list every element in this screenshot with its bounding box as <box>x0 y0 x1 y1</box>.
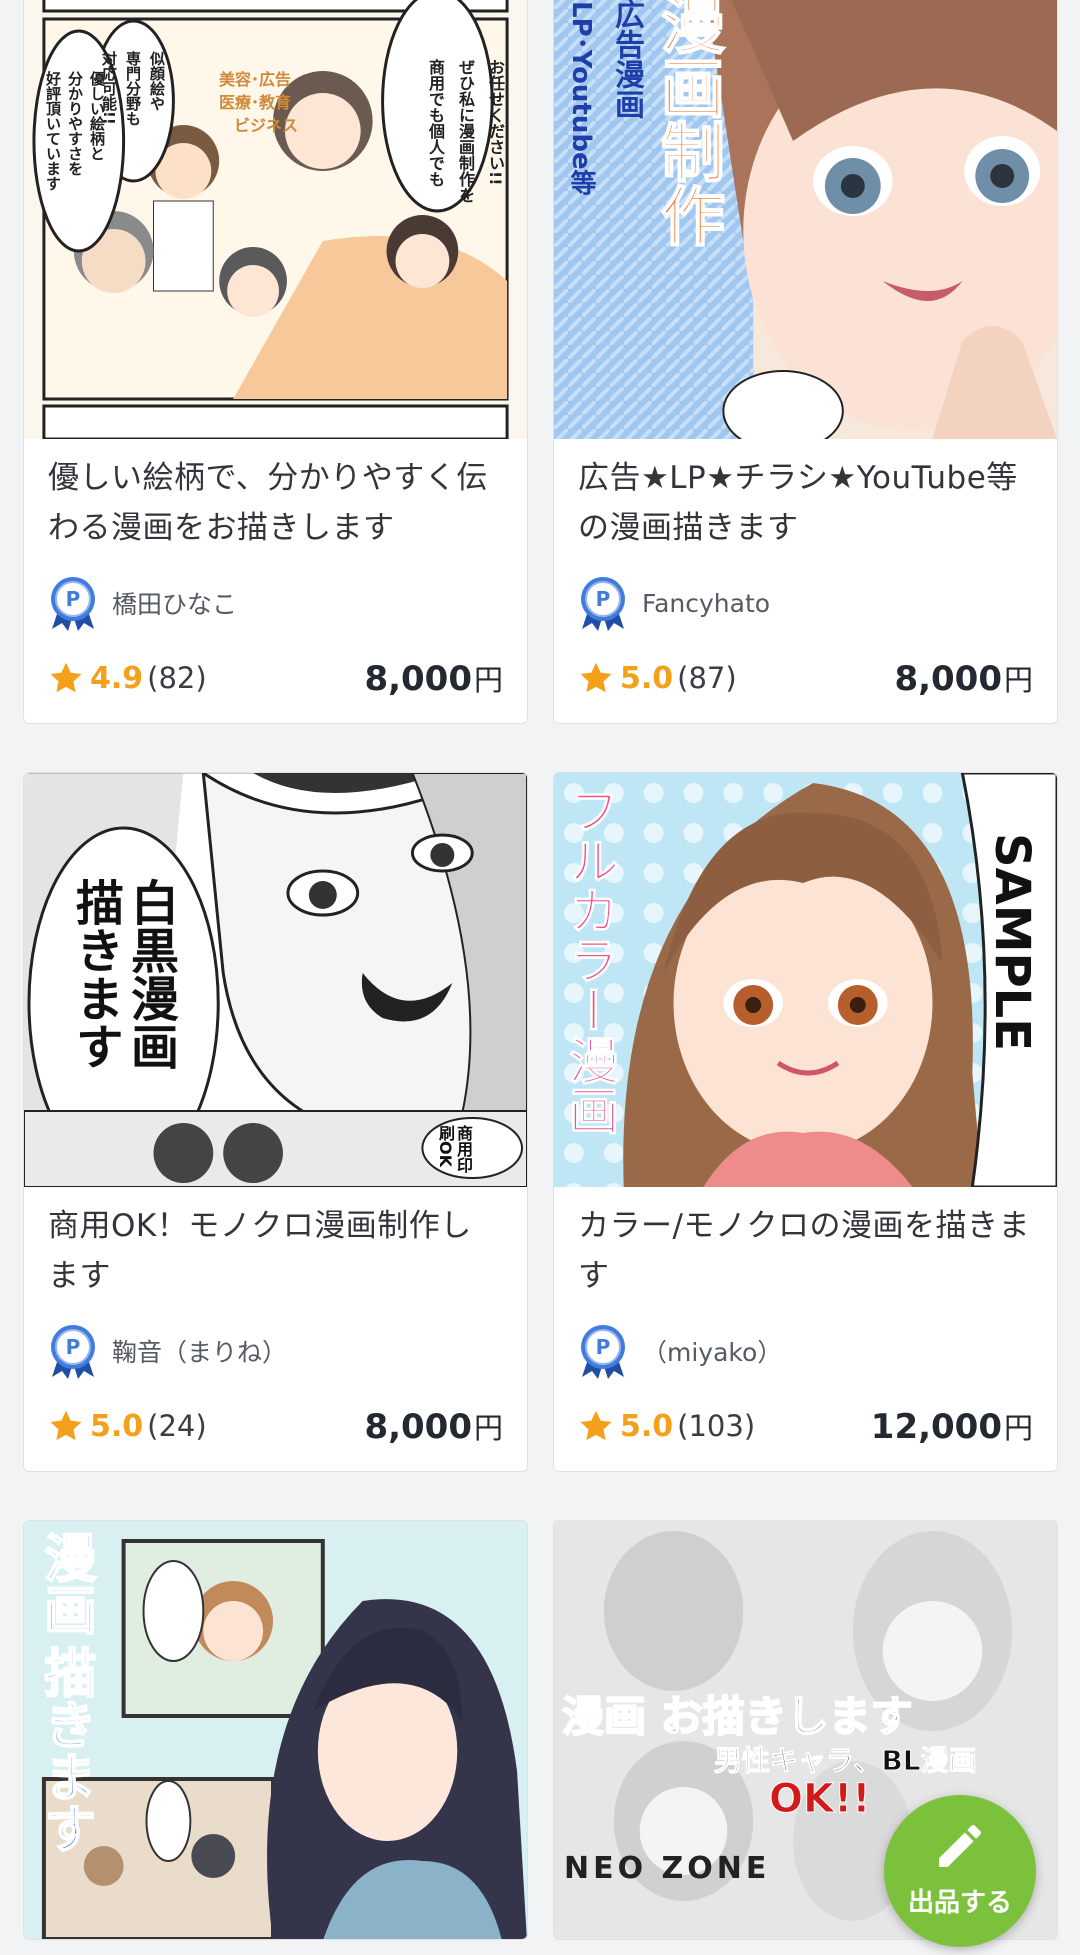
rating: 5.0 (103) <box>578 1408 755 1444</box>
seller-row[interactable]: P （miyako） <box>578 1323 1033 1379</box>
listing-thumbnail[interactable]: 漫画制作 広告漫画 LP･Youtube等 <box>554 0 1057 439</box>
review-count: (103) <box>677 1409 756 1443</box>
rank-badge-icon: P <box>51 1325 95 1379</box>
review-count: (24) <box>147 1409 207 1443</box>
thumbnail-text: お任せください!! <box>486 59 505 186</box>
seller-name[interactable]: Fancyhato <box>642 589 770 618</box>
price-amount: 8,000 <box>364 1407 472 1447</box>
price-amount: 8,000 <box>364 659 472 699</box>
price-currency: 円 <box>1003 663 1033 697</box>
price: 8,000 円 <box>364 1405 503 1447</box>
star-icon <box>50 662 82 693</box>
seller-row[interactable]: P 鞠音（まりね） <box>48 1323 503 1379</box>
rank-badge-icon: P <box>581 1325 625 1379</box>
listing-meta: 5.0 (87) 8,000 円 <box>578 653 1033 703</box>
rating: 5.0 (24) <box>48 1408 207 1444</box>
star-icon <box>580 662 612 693</box>
thumbnail-text: 漫画制作 <box>649 0 725 248</box>
listing-card[interactable]: 白黒漫画 描きます 商用印刷OK 商用OK！モノクロ漫画制作します P 鞠音（ま… <box>23 772 528 1472</box>
thumbnail-text: 医療･教育 <box>219 93 292 112</box>
price: 12,000 円 <box>871 1405 1033 1447</box>
thumbnail-text: 専門分野も <box>124 51 142 126</box>
listing-thumbnail[interactable]: 商用でも個人でも ぜひ私に漫画制作を お任せください!! 似顔絵や 専門分野も … <box>24 0 527 439</box>
thumbnail-text: 優しい絵柄と <box>88 71 106 161</box>
listing-title[interactable]: 商用OK！モノクロ漫画制作します <box>48 1201 503 1301</box>
star-icon <box>50 1410 82 1441</box>
thumbnail-text: 商用でも個人でも <box>426 59 445 187</box>
rating-score: 5.0 <box>90 1408 144 1444</box>
listing-meta: 4.9 (82) 8,000 円 <box>48 653 503 703</box>
thumbnail-text: 男性キャラ、BL漫画 <box>714 1744 978 1778</box>
price-amount: 8,000 <box>894 659 1002 699</box>
listing-meta: 5.0 (103) 12,000 円 <box>578 1401 1033 1451</box>
thumbnail-text: 商用印刷OK <box>436 1125 473 1173</box>
thumbnail-text: 漫画 <box>34 1530 96 1636</box>
price-amount: 12,000 <box>870 1407 1002 1447</box>
seller-row[interactable]: P 橋田ひなこ <box>48 575 503 631</box>
seller-name[interactable]: （miyako） <box>642 1333 782 1369</box>
listing-title[interactable]: カラー/モノクロの漫画を描きます <box>578 1201 1033 1301</box>
price: 8,000 円 <box>894 657 1033 699</box>
price: 8,000 円 <box>364 657 503 699</box>
thumbnail-text: フルカラー漫画 <box>561 785 620 1136</box>
thumbnail-text: 分かりやすさを <box>66 71 84 176</box>
listing-card[interactable]: 漫画制作 広告漫画 LP･Youtube等 広告★LP★チラシ★YouTube等… <box>553 0 1058 724</box>
thumbnail-text: 白黒漫画 <box>122 878 178 1070</box>
listing-meta: 5.0 (24) 8,000 円 <box>48 1401 503 1451</box>
svg-text:P: P <box>66 587 81 611</box>
rank-badge-icon: P <box>581 577 625 631</box>
svg-text:P: P <box>596 1335 611 1359</box>
pencil-icon <box>939 1824 982 1867</box>
rating: 5.0 (87) <box>578 660 737 696</box>
thumbnail-text: NEO ZONE <box>564 1851 771 1886</box>
thumbnail-text: 好評頂いています <box>44 71 62 191</box>
rating-score: 5.0 <box>620 1408 674 1444</box>
listing-card[interactable]: フルカラー漫画 SAMPLE カラー/モノクロの漫画を描きます P （miyak… <box>553 772 1058 1472</box>
thumbnail-text: LP･Youtube等 <box>566 1 596 196</box>
price-currency: 円 <box>473 1411 503 1445</box>
listing-thumbnail[interactable]: 白黒漫画 描きます 商用印刷OK <box>24 773 527 1187</box>
price-currency: 円 <box>1003 1411 1033 1445</box>
listing-thumbnail[interactable]: フルカラー漫画 SAMPLE <box>554 773 1057 1187</box>
create-listing-button[interactable]: 出品する <box>884 1795 1036 1947</box>
listing-card[interactable]: 商用でも個人でも ぜひ私に漫画制作を お任せください!! 似顔絵や 専門分野も … <box>23 0 528 724</box>
thumbnail-text: 漫画 お描きします <box>561 1691 914 1742</box>
rating-score: 4.9 <box>90 660 144 696</box>
thumbnail-text: 描きます <box>34 1645 96 1855</box>
listing-title[interactable]: 広告★LP★チラシ★YouTube等の漫画描きます <box>578 453 1033 553</box>
seller-name[interactable]: 橋田ひなこ <box>112 585 237 621</box>
listing-thumbnail[interactable]: 漫画 描きます <box>24 1521 527 1939</box>
rating: 4.9 (82) <box>48 660 207 696</box>
thumbnail-text: ビジネス <box>234 116 299 135</box>
create-listing-label: 出品する <box>907 1887 1012 1918</box>
thumbnail-text: 描きます <box>67 878 123 1070</box>
svg-text:P: P <box>66 1335 81 1359</box>
thumbnail-text: 似顔絵や <box>148 51 166 111</box>
thumbnail-text: 広告漫画 <box>609 0 644 119</box>
thumbnail-text: ぜひ私に漫画制作を <box>456 59 475 203</box>
rank-badge-icon: P <box>51 577 95 631</box>
seller-row[interactable]: P Fancyhato <box>578 575 1033 631</box>
star-icon <box>580 1410 612 1441</box>
listing-grid: 商用でも個人でも ぜひ私に漫画制作を お任せください!! 似顔絵や 専門分野も … <box>23 0 1058 1940</box>
seller-name[interactable]: 鞠音（まりね） <box>112 1333 287 1369</box>
rating-score: 5.0 <box>620 660 674 696</box>
listing-card[interactable]: 漫画 描きます <box>23 1520 528 1940</box>
thumbnail-text: SAMPLE <box>984 833 1040 1052</box>
listing-title[interactable]: 優しい絵柄で、分かりやすく伝わる漫画をお描きします <box>48 453 503 553</box>
review-count: (82) <box>147 661 207 695</box>
thumbnail-text: 美容･広告 <box>219 70 292 89</box>
thumbnail-text: OK!! <box>768 1776 871 1823</box>
svg-text:P: P <box>596 587 611 611</box>
price-currency: 円 <box>473 663 503 697</box>
review-count: (87) <box>677 661 737 695</box>
